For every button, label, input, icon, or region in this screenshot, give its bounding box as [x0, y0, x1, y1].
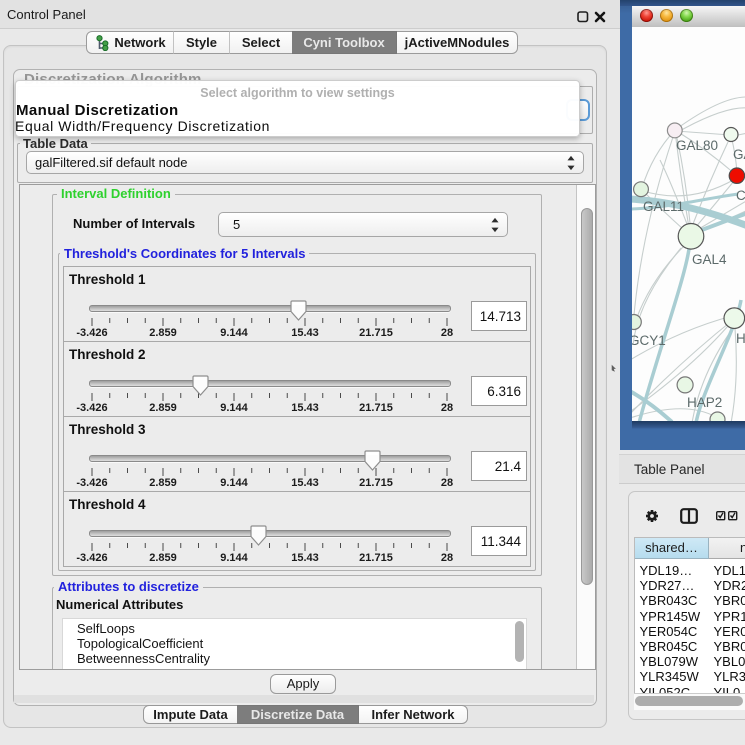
svg-text:GAL11: GAL11 [643, 199, 684, 214]
svg-text:GCY1: GCY1 [632, 333, 666, 348]
svg-text:GAL80: GAL80 [676, 138, 718, 153]
svg-text:GAL4: GAL4 [692, 252, 727, 267]
svg-text:GAL3: GAL3 [733, 147, 745, 162]
svg-text:C: C [736, 188, 745, 203]
svg-text:HAP2: HAP2 [687, 395, 722, 410]
svg-text:H: H [736, 331, 745, 346]
